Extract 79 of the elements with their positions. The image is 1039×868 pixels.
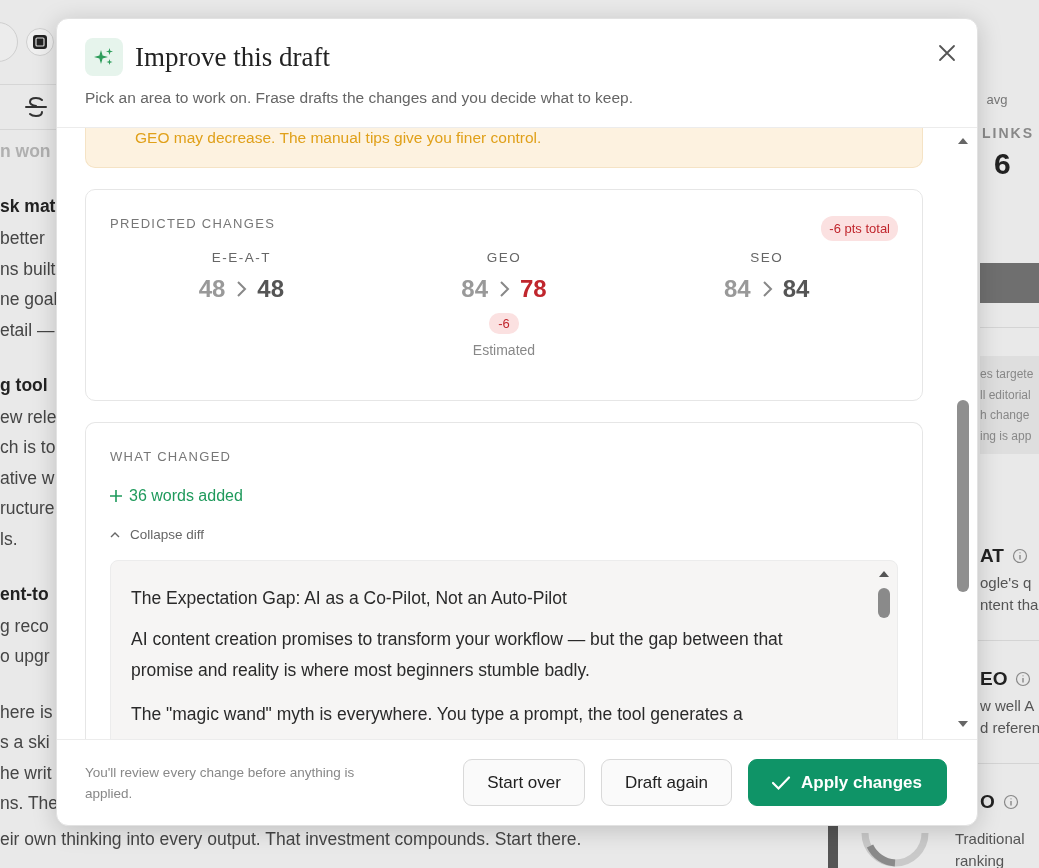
diff-paragraph: The Expectation Gap: AI as a Co-Pilot, Not an Auto-Pilot (131, 587, 568, 610)
caret-icon (110, 531, 120, 538)
text-fragment: ew rele (0, 406, 57, 430)
text-fragment: n won (0, 140, 51, 163)
scroll-thumb[interactable] (957, 400, 969, 592)
section-text: ogle's q (980, 573, 1033, 593)
chevron-icon (760, 280, 773, 298)
scroll-down-icon[interactable] (957, 720, 969, 729)
info-icon[interactable] (1002, 794, 1019, 810)
words-added: 36 words added (129, 487, 243, 505)
note-text: ing is app (980, 427, 1033, 445)
diff-paragraph: AI content creation promises to transform your workflow — but the gap between that promise and reality is where most beginners stumble badly. (131, 628, 784, 682)
text-fragment: o upgr (0, 645, 50, 669)
heading-fragment: ent-to (0, 583, 49, 607)
section-title: O (980, 791, 995, 813)
text-fragment: g reco (0, 615, 49, 639)
text-fragment: s a ski (0, 731, 50, 755)
section-heading: WHAT CHANGED (110, 449, 232, 464)
strikethrough-icon[interactable] (24, 96, 48, 118)
chevron-icon (235, 280, 248, 298)
stat-label: LINKS (981, 125, 1035, 141)
scroll-bar (828, 826, 838, 868)
heading-fragment: g tool (0, 374, 48, 398)
text-fragment: ns built (0, 257, 56, 281)
section-title: AT (980, 545, 1004, 567)
scroll-up-icon[interactable] (957, 136, 969, 145)
action-button[interactable]: Draft again (600, 759, 733, 806)
chip-icon[interactable] (26, 28, 54, 56)
section-text: Traditional (955, 829, 1026, 849)
text-fragment: here is (0, 700, 53, 724)
scroll-thumb[interactable] (878, 588, 890, 618)
delta-badge: -6 (489, 313, 519, 334)
heading-fragment: sk mat (0, 195, 56, 219)
sparkle-icon (85, 38, 123, 76)
text-fragment: better (0, 227, 45, 251)
collapse-toggle[interactable]: Collapse diff (110, 527, 205, 542)
stat-unit: avg (985, 92, 1009, 107)
action-button[interactable]: Start over (463, 759, 585, 806)
section-title: EO (980, 668, 1008, 690)
section-heading: PREDICTED CHANGES (110, 216, 276, 231)
text-fragment: ative w (0, 466, 55, 490)
text-fragment: he writ (0, 761, 52, 785)
metric-label: GEO (486, 250, 522, 265)
dialog-title: Improve this draft (135, 41, 330, 73)
total-badge: -6 pts total (821, 216, 898, 241)
apply-button[interactable]: Apply changes (748, 759, 947, 806)
text-fragment: ls. (0, 527, 18, 551)
score-before: 48 (198, 275, 226, 303)
dialog-subtitle: Pick an area to work on. Frase drafts the changes and you decide what to keep. (85, 89, 633, 107)
text-fragment: ne goal (0, 288, 58, 312)
text-fragment: ns. The (0, 792, 59, 816)
scroll-up-icon[interactable] (878, 569, 890, 578)
chevron-icon (498, 280, 510, 298)
stat-value: 6 (993, 147, 1012, 181)
metric-label: SEO (750, 250, 784, 265)
plus-icon (110, 490, 122, 502)
section-text: w well A (980, 696, 1036, 716)
section-text: d referen (980, 718, 1039, 738)
note-text: h change (980, 407, 1031, 424)
estimate-note: Estimated (472, 342, 536, 358)
warning-text: GEO may decrease. The manual tips give you finer control. (135, 129, 542, 146)
text-fragment: ch is to (0, 436, 56, 460)
text-line: eir own thinking into every output. That investment compounds. Start there. (0, 828, 582, 851)
score-before: 84 (461, 275, 488, 303)
text-fragment: etail — (0, 318, 55, 342)
info-icon[interactable] (1011, 548, 1028, 564)
check-icon (771, 774, 792, 791)
score-after: 78 (520, 275, 547, 303)
info-icon[interactable] (1015, 671, 1032, 687)
footer-note: You'll review every change before anything is applied. (85, 763, 356, 803)
metric-label: E-E-A-T (211, 250, 271, 265)
section-text: ntent tha (980, 595, 1039, 615)
note-text: ll editorial (980, 386, 1032, 404)
score-after: 48 (257, 275, 285, 303)
text-fragment: ructure (0, 497, 55, 521)
diff-paragraph: The "magic wand" myth is everywhere. You type a prompt, the tool generates a (131, 703, 744, 726)
note-text: es targete (980, 366, 1035, 383)
score-after: 84 (782, 275, 810, 303)
score-before: 84 (723, 275, 751, 303)
